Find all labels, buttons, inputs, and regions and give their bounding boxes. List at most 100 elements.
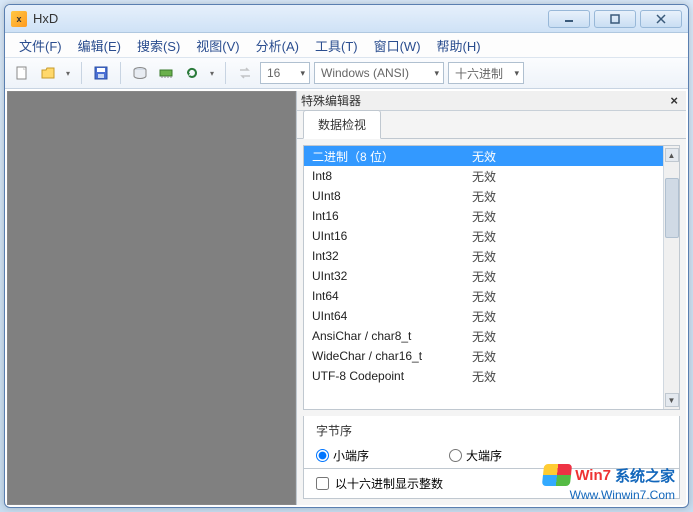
row-value: 无效 <box>472 228 655 245</box>
arrows-icon <box>237 65 253 81</box>
radio-little-label: 小端序 <box>333 447 369 464</box>
open-button[interactable] <box>37 62 59 84</box>
scroll-down-button[interactable]: ▼ <box>665 393 679 407</box>
row-value: 无效 <box>472 308 655 325</box>
inspector-row[interactable]: 二进制（8 位）无效 <box>304 146 663 166</box>
maximize-button[interactable] <box>594 10 636 28</box>
new-button[interactable] <box>11 62 33 84</box>
radio-big-input[interactable] <box>449 449 462 462</box>
app-icon: x <box>11 11 27 27</box>
row-value: 无效 <box>472 188 655 205</box>
toolbar: ▾ ▾ 16 ▾ Windows (ANSI) ▾ 十六进制 ▾ <box>5 57 688 89</box>
row-name: UInt8 <box>312 189 472 203</box>
row-value: 无效 <box>472 368 655 385</box>
panel-title: 特殊编辑器 <box>301 92 361 109</box>
radio-little-input[interactable] <box>316 449 329 462</box>
row-value: 无效 <box>472 208 655 225</box>
row-value: 无效 <box>472 148 655 165</box>
row-value: 无效 <box>472 248 655 265</box>
content-area: 特殊编辑器 × 数据检视 二进制（8 位）无效Int8无效UInt8无效Int1… <box>5 89 688 507</box>
radio-big-label: 大端序 <box>466 447 502 464</box>
inspector-list-wrap: 二进制（8 位）无效Int8无效UInt8无效Int16无效UInt16无效In… <box>303 145 680 410</box>
inspector-row[interactable]: Int32无效 <box>304 246 663 266</box>
window-title: HxD <box>33 11 58 26</box>
scroll-track[interactable] <box>665 162 679 393</box>
chevron-down-icon: ▾ <box>434 68 439 79</box>
close-button[interactable] <box>640 10 682 28</box>
separator <box>81 62 82 84</box>
byteorder-group: 字节序 小端序 大端序 <box>303 416 680 469</box>
inspector-row[interactable]: Int16无效 <box>304 206 663 226</box>
menu-help[interactable]: 帮助(H) <box>431 34 487 57</box>
inspector-row[interactable]: UInt32无效 <box>304 266 663 286</box>
radio-big-endian[interactable]: 大端序 <box>449 447 502 464</box>
menu-analyze[interactable]: 分析(A) <box>250 34 305 57</box>
tab-data-inspector[interactable]: 数据检视 <box>303 110 381 139</box>
row-name: UInt64 <box>312 309 472 323</box>
titlebar[interactable]: x HxD <box>5 5 688 33</box>
inspector-row[interactable]: UInt64无效 <box>304 306 663 326</box>
inspector-row[interactable]: UInt16无效 <box>304 226 663 246</box>
menu-tools[interactable]: 工具(T) <box>309 34 364 57</box>
tabstrip: 数据检视 <box>297 111 686 139</box>
inspector-row[interactable]: Int8无效 <box>304 166 663 186</box>
scroll-thumb[interactable] <box>665 178 679 238</box>
refresh-button[interactable] <box>181 62 203 84</box>
menu-window[interactable]: 窗口(W) <box>368 34 427 57</box>
open-dropdown[interactable]: ▾ <box>63 69 73 78</box>
toggle-button[interactable] <box>234 62 256 84</box>
save-button[interactable] <box>90 62 112 84</box>
row-name: AnsiChar / char8_t <box>312 329 472 343</box>
maximize-icon <box>610 14 620 24</box>
menu-file[interactable]: 文件(F) <box>13 34 68 57</box>
hex-int-checkbox[interactable] <box>316 477 329 490</box>
row-value: 无效 <box>472 168 655 185</box>
row-value: 无效 <box>472 268 655 285</box>
minimize-icon <box>564 14 574 24</box>
row-name: UInt32 <box>312 269 472 283</box>
row-name: 二进制（8 位） <box>312 148 472 165</box>
panel-header: 特殊编辑器 × <box>297 91 686 111</box>
refresh-icon <box>184 65 200 81</box>
close-icon <box>656 14 666 24</box>
bytes-per-line-combo[interactable]: 16 ▾ <box>260 62 310 84</box>
inspector-row[interactable]: UTF-8 Codepoint无效 <box>304 366 663 386</box>
inspector-row[interactable]: WideChar / char16_t无效 <box>304 346 663 366</box>
scrollbar[interactable]: ▲ ▼ <box>663 146 679 409</box>
inspector-row[interactable]: Int64无效 <box>304 286 663 306</box>
menubar: 文件(F) 编辑(E) 搜索(S) 视图(V) 分析(A) 工具(T) 窗口(W… <box>5 33 688 57</box>
minimize-button[interactable] <box>548 10 590 28</box>
scroll-up-button[interactable]: ▲ <box>665 148 679 162</box>
menu-edit[interactable]: 编辑(E) <box>72 34 127 57</box>
row-name: Int64 <box>312 289 472 303</box>
radio-little-endian[interactable]: 小端序 <box>316 447 369 464</box>
encoding-combo[interactable]: Windows (ANSI) ▾ <box>314 62 444 84</box>
ram-button[interactable] <box>155 62 177 84</box>
inspector-pane: 特殊编辑器 × 数据检视 二进制（8 位）无效Int8无效UInt8无效Int1… <box>296 91 686 505</box>
panel-close-button[interactable]: × <box>666 93 682 108</box>
row-name: UInt16 <box>312 229 472 243</box>
disk-icon <box>132 65 148 81</box>
inspector-row[interactable]: AnsiChar / char8_t无效 <box>304 326 663 346</box>
row-name: UTF-8 Codepoint <box>312 369 472 383</box>
hex-editor-pane[interactable] <box>7 91 296 505</box>
row-value: 无效 <box>472 288 655 305</box>
disk-button[interactable] <box>129 62 151 84</box>
app-window: x HxD 文件(F) 编辑(E) 搜索(S) 视图(V) 分析(A) 工具(T… <box>4 4 689 508</box>
encoding-value: Windows (ANSI) <box>321 66 409 80</box>
ram-icon <box>158 65 174 81</box>
menu-search[interactable]: 搜索(S) <box>131 34 186 57</box>
row-value: 无效 <box>472 328 655 345</box>
base-combo[interactable]: 十六进制 ▾ <box>448 62 524 84</box>
base-value: 十六进制 <box>455 65 503 82</box>
inspector-list[interactable]: 二进制（8 位）无效Int8无效UInt8无效Int16无效UInt16无效In… <box>304 146 663 409</box>
menu-view[interactable]: 视图(V) <box>190 34 245 57</box>
chevron-down-icon: ▾ <box>300 68 305 79</box>
new-file-icon <box>14 65 30 81</box>
row-name: WideChar / char16_t <box>312 349 472 363</box>
row-name: Int8 <box>312 169 472 183</box>
refresh-dropdown[interactable]: ▾ <box>207 69 217 78</box>
inspector-row[interactable]: UInt8无效 <box>304 186 663 206</box>
bytes-per-line-value: 16 <box>267 66 280 80</box>
save-icon <box>93 65 109 81</box>
